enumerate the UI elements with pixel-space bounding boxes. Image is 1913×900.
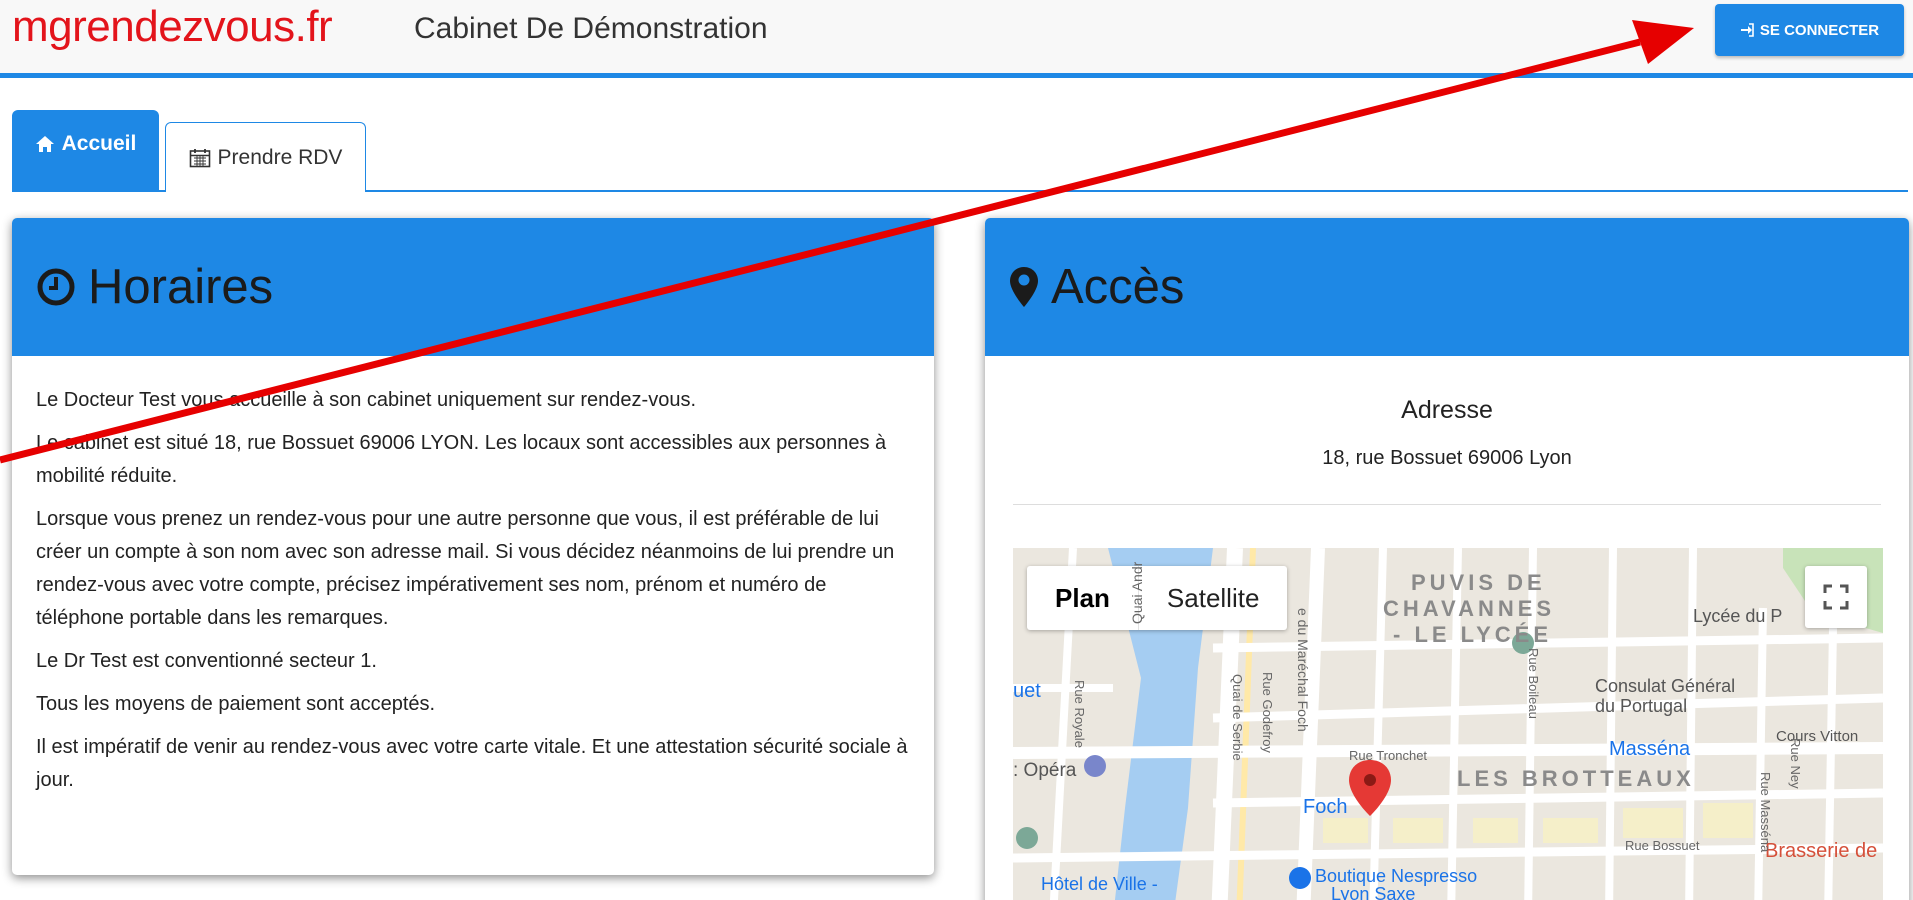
map-plan-button[interactable]: Plan [1027, 566, 1138, 630]
connect-label: SE CONNECTER [1759, 21, 1880, 39]
map-label: Quai de Serbie [1230, 674, 1245, 761]
map-label: Lyon Saxe [1331, 884, 1416, 900]
map-type-toggle: Plan Satellite [1027, 566, 1288, 630]
map-label: Rue Tronchet [1349, 748, 1428, 763]
map-label: Hôtel de Ville - [1041, 874, 1158, 894]
acces-header: Accès [985, 218, 1909, 356]
horaires-paragraph: Le Docteur Test vous accueille à son cab… [36, 389, 697, 411]
site-logo[interactable]: mgrendezvous.fr [12, 2, 333, 52]
map-label: Brasserie de [1765, 840, 1878, 862]
horaires-paragraph: Le Dr Test est conventionné secteur 1. [36, 650, 377, 672]
top-header: mgrendezvous.fr Cabinet De Démonstration… [0, 0, 1913, 78]
map-label: Rue Ney [1788, 738, 1803, 789]
main-tabs: Accueil Prendre RDV [12, 110, 1908, 192]
sign-in-icon [1740, 23, 1754, 37]
tab-accueil-label: Accueil [61, 132, 137, 155]
map-satellite-button[interactable]: Satellite [1137, 566, 1288, 630]
horaires-paragraph: Tous les moyens de paiement sont accepté… [36, 693, 436, 715]
horaires-paragraph: Lorsque vous prenez un rendez-vous pour … [36, 508, 895, 629]
divider [1013, 504, 1881, 505]
map-label: Quai Andr [1129, 561, 1145, 624]
cabinet-name: Cabinet De Démonstration [414, 12, 768, 45]
google-map[interactable]: Plan Satellite PUVIS DE CHAVANNES - LE L… [1013, 548, 1883, 900]
connect-button[interactable]: SE CONNECTER [1715, 4, 1904, 56]
map-label: Rue Royale [1072, 680, 1087, 748]
map-label: Rue Bossuet [1625, 838, 1700, 853]
home-icon [35, 136, 54, 152]
tab-prendre-rdv[interactable]: Prendre RDV [165, 122, 366, 192]
calendar-icon [189, 148, 210, 167]
map-label: Consulat Général [1595, 676, 1736, 696]
map-fullscreen-button[interactable] [1805, 566, 1867, 628]
map-marker-icon [1010, 267, 1038, 307]
horaires-paragraph: Il est impératif de venir au rendez-vous… [36, 736, 908, 791]
address-text: 18, rue Bossuet 69006 Lyon [1322, 447, 1572, 469]
tab-prendre-rdv-label: Prendre RDV [217, 145, 343, 169]
map-label: e du Maréchal Foch [1295, 608, 1311, 732]
horaires-body: Le Docteur Test vous accueille à son cab… [12, 356, 934, 797]
map-label: uet [1013, 680, 1041, 702]
map-label: PUVIS DE [1411, 570, 1546, 595]
map-label: du Portugal [1595, 696, 1688, 716]
horaires-paragraph: Le cabinet est situé 18, rue Bossuet 690… [36, 432, 887, 487]
horaires-header: Horaires [12, 218, 934, 356]
tab-accueil[interactable]: Accueil [12, 110, 159, 192]
acces-title: Accès [1051, 260, 1185, 314]
map-label: CHAVANNES [1383, 596, 1556, 621]
map-label: Rue Masséna [1758, 772, 1773, 853]
map-label: Rue Boileau [1526, 648, 1541, 719]
map-label: Rue Godefroy [1260, 672, 1275, 753]
map-label: : Opéra [1013, 760, 1077, 781]
map-label: LES BROTTEAUX [1457, 766, 1695, 791]
map-label: - LE LYCÉE [1393, 622, 1552, 647]
map-label: Masséna [1609, 738, 1691, 760]
map-label: Foch [1303, 796, 1348, 818]
horaires-panel: Horaires Le Docteur Test vous accueille … [12, 218, 934, 875]
horaires-title: Horaires [88, 260, 274, 314]
map-label: Lycée du P [1693, 606, 1783, 626]
address-title: Adresse [1401, 396, 1493, 424]
clock-icon [37, 268, 75, 306]
fullscreen-icon [1823, 584, 1849, 610]
acces-panel: Accès Adresse 18, rue Bossuet 69006 Lyon [985, 218, 1909, 900]
